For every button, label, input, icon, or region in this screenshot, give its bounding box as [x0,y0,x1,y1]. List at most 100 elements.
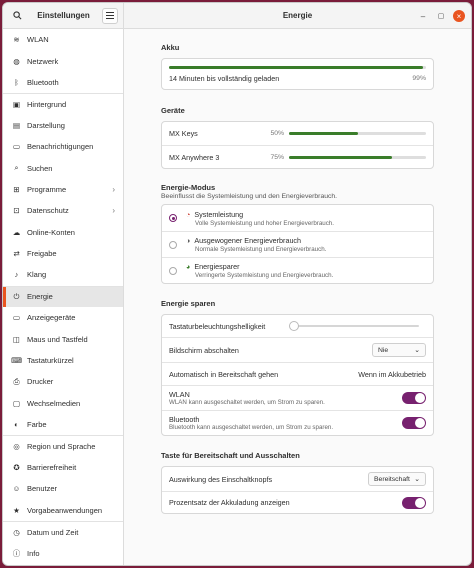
sidebar-item-suchen[interactable]: ⌕ Suchen [3,157,123,178]
search-icon: ⌕ [14,163,19,173]
sidebar-item-label: Drucker [27,377,54,387]
bluetooth-toggle[interactable] [402,417,426,429]
sidebar-item-label: Wechselmedien [27,398,81,408]
show-percent-row: Prozentsatz der Akkuladung anzeigen [162,491,433,513]
radio-button[interactable] [169,214,177,222]
radio-button[interactable] [169,266,177,275]
sidebar-header: Einstellungen [3,3,123,29]
content: Akku 14 Minuten bis vollständig geladen … [161,29,434,514]
sidebar-item-netzwerk[interactable]: ◍ Netzwerk [3,50,123,71]
sidebar-item-label: Vorgabeanwendungen [27,505,103,515]
main-panel: Energie – ▢ × Akku 14 Minuten bis vollst… [124,3,471,565]
wlan-toggle[interactable] [402,392,426,404]
sidebar-item-label: Programme [27,184,67,194]
sound-icon: ♪ [14,270,19,280]
sidebar-item-label: Region und Sprache [27,442,96,452]
sidebar-item-label: Darstellung [27,120,65,130]
keyboard-backlight-label: Tastaturbeleuchtungshelligkeit [169,321,266,331]
battery-bar [169,66,426,69]
power-mode-description: Normale Systemleistung und Energieverbra… [195,246,327,253]
radio-button[interactable] [169,240,177,249]
sidebar-item-benutzer[interactable]: ☺ Benutzer [3,478,123,499]
sidebar-item-vorgabeanwendungen[interactable]: ★ Vorgabeanwendungen [3,500,123,521]
sidebar-item-label: Hintergrund [27,99,67,109]
search-icon [12,11,21,20]
sidebar-item-label: Tastaturkürzel [27,356,74,366]
sidebar-item-benachrichtigungen[interactable]: ▭ Benachrichtigungen [3,136,123,157]
sidebar-item-label: Farbe [27,420,47,430]
chevron-right-icon: › [112,206,115,216]
minimize-button[interactable]: – [417,10,429,22]
privacy-icon: ⊡ [13,206,20,216]
battery-bar-fill [169,66,424,69]
sidebar-item-label: Suchen [27,163,53,173]
power-icon: ⏻ [13,291,20,301]
show-percent-label: Prozentsatz der Akkuladung anzeigen [169,498,290,507]
sidebar-item-freigabe[interactable]: ⇄ Freigabe [3,243,123,264]
mouse-icon: ◫ [12,334,21,344]
device-bar [289,155,426,159]
sidebar-item-info[interactable]: ⓘ Info [3,542,123,563]
show-percent-toggle[interactable] [402,496,426,509]
power-mode-option[interactable]: ◕ Energiesparer Verringerte Systemleistung… [162,257,433,283]
power-mode-label: Systemleistung [194,209,244,219]
sidebar-item-label: Freigabe [27,249,57,259]
sidebar-item-barrierefreiheit[interactable]: ✪ Barrierefreiheit [3,457,123,478]
screen-blank-label: Bildschirm abschalten [169,345,239,355]
sidebar-item-datum-und-zeit[interactable]: ◷ Datum und Zeit [3,520,123,542]
search-button[interactable] [9,8,25,24]
sidebar-item-label: WLAN [27,35,49,45]
battery-card: 14 Minuten bis vollständig geladen 99% [161,58,434,90]
device-bar [289,132,426,135]
sidebar-item-maus-und-tastfeld[interactable]: ◫ Maus und Tastfeld [3,328,123,349]
hamburger-icon [106,12,114,19]
chevron-right-icon: › [112,184,115,194]
keyboard-backlight-slider[interactable] [289,321,419,331]
notifications-icon: ▭ [12,142,21,152]
maximize-button[interactable]: ▢ [435,10,447,22]
power-mode-description: Verringerte Systemleistung und Energieve… [195,272,334,279]
wlan-description: WLAN kann ausgeschaltet werden, um Strom… [169,399,325,406]
device-name: MX Anywhere 3 [169,152,220,162]
slider-handle[interactable] [289,321,299,331]
sidebar-item-datenschutz[interactable]: ⊡ Datenschutz › [3,200,123,221]
close-button[interactable]: × [453,10,465,22]
power-button-label: Auswirkung des Einschaltknopfs [169,474,273,484]
wlan-row: WLAN WLAN kann ausgeschaltet werden, um … [162,385,433,410]
auto-suspend-label: Automatisch in Bereitschaft gehen [169,369,279,379]
datetime-icon: ◷ [13,527,20,537]
battery-status: 14 Minuten bis vollständig geladen [169,74,280,83]
sidebar-item-wlan[interactable]: ≋ WLAN [3,29,123,50]
sidebar-item-wechselmedien[interactable]: ▢ Wechselmedien [3,393,123,414]
sidebar-item-drucker[interactable]: ⎙ Drucker [3,371,123,392]
devices-card: MX Keys 50% MX Anywhere 3 75% [161,121,434,169]
sidebar-item-bluetooth[interactable]: ᛒ Bluetooth [3,72,123,93]
device-bar-fill [289,132,358,135]
maximize-icon: ▢ [437,13,445,20]
sidebar-item-energie[interactable]: ⏻ Energie [3,285,123,308]
sidebar-item-anzeigegeräte[interactable]: ▭ Anzeigegeräte [3,307,123,328]
sidebar-item-farbe[interactable]: ◐ Farbe [3,414,123,435]
device-percent: 50% [270,130,285,137]
sidebar-item-online-konten[interactable]: ☁ Online-Konten [3,222,123,243]
sidebar-item-label: Info [27,548,40,558]
power-mode-option[interactable]: ◑ Ausgewogener Energieverbrauch Normale Sy… [162,231,433,257]
sidebar-item-hintergrund[interactable]: ▣ Hintergrund [3,93,123,114]
sidebar-item-label: Datenschutz [27,206,69,216]
sidebar-item-label: Maus und Tastfeld [27,334,88,344]
screen-blank-dropdown[interactable]: Nie ⌄ [372,343,426,357]
sidebar-item-label: Klang [27,270,47,280]
menu-button[interactable] [102,7,118,24]
sidebar-item-programme[interactable]: ⊞ Programme › [3,179,123,200]
auto-suspend-row[interactable]: Automatisch in Bereitschaft gehen Wenn i… [162,362,433,385]
color-icon: ◐ [14,420,19,430]
screen-blank-value: Nie [378,346,389,354]
screen-blank-row: Bildschirm abschalten Nie ⌄ [162,337,433,362]
sidebar-item-tastaturkürzel[interactable]: ⌨ Tastaturkürzel [3,350,123,371]
device-row: MX Anywhere 3 75% [162,145,433,168]
power-button-dropdown[interactable]: Bereitschaft ⌄ [368,472,426,486]
sidebar-item-darstellung[interactable]: ▤ Darstellung [3,115,123,136]
sidebar-item-region-und-sprache[interactable]: ◎ Region und Sprache [3,435,123,456]
power-mode-option[interactable]: ◔ Systemleistung Volle Systemleistung und … [162,205,433,231]
sidebar-item-klang[interactable]: ♪ Klang [3,264,123,285]
